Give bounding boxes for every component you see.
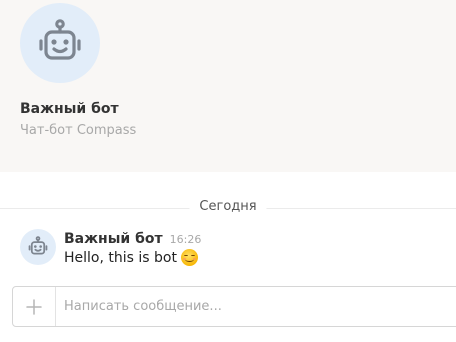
message-input[interactable] [64, 287, 454, 326]
robot-icon [28, 236, 48, 255]
bot-avatar [20, 3, 100, 83]
message-header: Важный бот 16:26 [64, 228, 201, 247]
bot-profile-header: Важный бот Чат-бот Compass [0, 0, 456, 172]
attach-button[interactable] [13, 287, 56, 326]
robot-icon [39, 19, 81, 60]
date-divider-label: Сегодня [189, 199, 267, 214]
message-composer [12, 286, 456, 327]
date-divider: Сегодня [0, 198, 456, 218]
message-author: Важный бот [64, 231, 163, 247]
chat-message: Важный бот 16:26 Hello, this is bot [20, 228, 440, 274]
bot-subtitle: Чат-бот Compass [20, 123, 137, 138]
message-time: 16:26 [169, 233, 202, 246]
plus-icon [26, 298, 42, 315]
message-text: Hello, this is bot [64, 249, 177, 266]
message-body: Hello, this is bot [64, 249, 198, 266]
smiling-face-icon [180, 249, 198, 266]
message-avatar [20, 229, 56, 265]
bot-name: Важный бот [20, 101, 119, 117]
